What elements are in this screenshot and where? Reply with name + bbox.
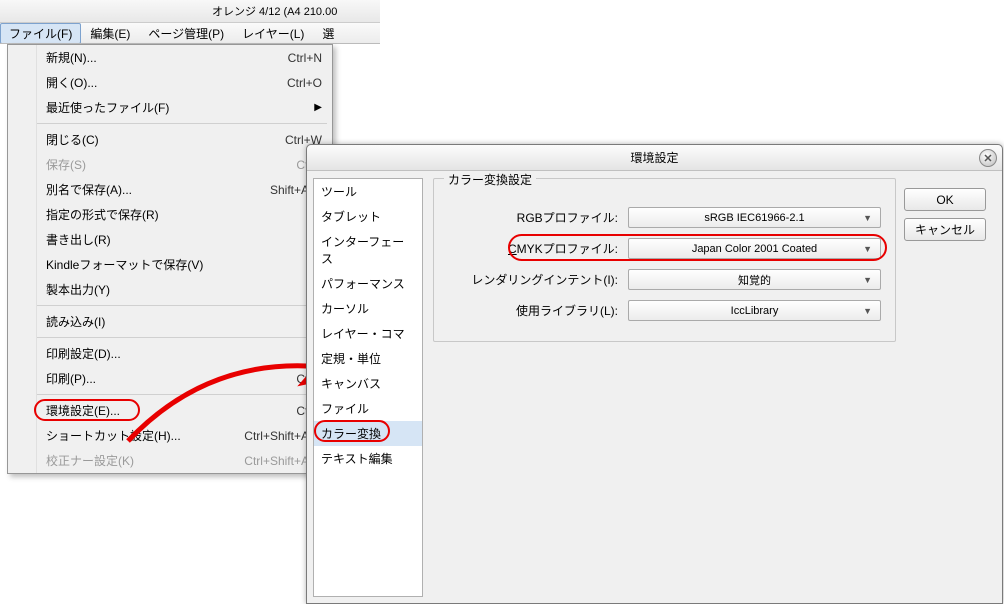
setting-row-1: CMYKプロファイル: Japan Color 2001 Coated ▼ <box>448 238 881 259</box>
category-item-9[interactable]: カラー変換 <box>314 421 422 446</box>
cancel-button[interactable]: キャンセル <box>904 218 986 241</box>
menu-item-1[interactable]: 開く(O)...Ctrl+O <box>36 70 332 95</box>
menubar-item-2[interactable]: ページ管理(P) <box>139 23 233 44</box>
menu-item-9[interactable]: Kindleフォーマットで保存(V) <box>36 252 332 277</box>
menu-item-10[interactable]: 製本出力(Y) <box>36 277 332 302</box>
menu-item-5: 保存(S)Ctrl+ <box>36 152 332 177</box>
menu-item-label: 閉じる(C) <box>46 131 285 148</box>
ok-button[interactable]: OK <box>904 188 986 211</box>
category-item-1[interactable]: タブレット <box>314 204 422 229</box>
settings-panel: カラー変換設定 RGBプロファイル:sRGB IEC61966-2.1▼CMYK… <box>429 178 996 597</box>
ok-label: OK <box>936 193 953 207</box>
menu-item-label: 新規(N)... <box>46 49 288 66</box>
menu-item-2[interactable]: 最近使ったファイル(F)▶ <box>36 95 332 120</box>
menu-item-label: 印刷設定(D)... <box>46 345 322 362</box>
menu-separator <box>36 305 327 306</box>
editor-window: オレンジ 4/12 (A4 210.00 ファイル(F)編集(E)ページ管理(P… <box>0 0 380 44</box>
category-item-5[interactable]: レイヤー・コマ <box>314 321 422 346</box>
setting-row-0: RGBプロファイル: sRGB IEC61966-2.1 ▼ <box>448 207 881 228</box>
menu-item-shortcut: Ctrl+N <box>288 51 322 65</box>
setting-row-3: 使用ライブラリ(L): IccLibrary ▼ <box>448 300 881 321</box>
menu-item-7[interactable]: 指定の形式で保存(R) <box>36 202 332 227</box>
menu-item-19: 校正ナー設定(K)Ctrl+Shift+Alt+ <box>36 448 332 473</box>
setting-label: CMYKプロファイル: <box>448 240 618 257</box>
category-list: ツールタブレットインターフェースパフォーマンスカーソルレイヤー・コマ定規・単位キ… <box>313 178 423 597</box>
menu-item-label: 指定の形式で保存(R) <box>46 206 322 223</box>
submenu-arrow-icon: ▶ <box>314 102 322 113</box>
menubar-item-0[interactable]: ファイル(F) <box>0 23 81 44</box>
menu-separator <box>36 337 327 338</box>
menu-item-label: 印刷(P)... <box>46 370 296 387</box>
chevron-down-icon: ▼ <box>863 213 872 223</box>
combo-value: sRGB IEC61966-2.1 <box>704 212 804 224</box>
setting-label: 使用ライブラリ(L): <box>448 302 618 319</box>
setting-label: レンダリングインテント(I): <box>448 271 618 288</box>
menubar-item-1[interactable]: 編集(E) <box>81 23 139 44</box>
menu-item-label: 環境設定(E)... <box>46 402 296 419</box>
preferences-dialog: 環境設定 ✕ ツールタブレットインターフェースパフォーマンスカーソルレイヤー・コ… <box>306 144 1003 604</box>
menu-item-shortcut: Ctrl+O <box>287 76 322 90</box>
menu-item-4[interactable]: 閉じる(C)Ctrl+W <box>36 127 332 152</box>
chevron-down-icon: ▼ <box>863 244 872 254</box>
window-title-bar: オレンジ 4/12 (A4 210.00 <box>0 0 380 22</box>
menu-item-17[interactable]: 環境設定(E)...Ctrl+ <box>36 398 332 423</box>
setting-combo-3[interactable]: IccLibrary ▼ <box>628 300 881 321</box>
menu-item-label: 書き出し(R) <box>46 231 322 248</box>
category-item-8[interactable]: ファイル <box>314 396 422 421</box>
menubar-item-4[interactable]: 選 <box>313 23 343 44</box>
menu-item-15[interactable]: 印刷(P)...Ctrl+ <box>36 366 332 391</box>
menu-item-label: Kindleフォーマットで保存(V) <box>46 256 322 273</box>
annotation-highlight <box>314 420 390 442</box>
menu-item-0[interactable]: 新規(N)...Ctrl+N <box>36 45 332 70</box>
menu-item-12[interactable]: 読み込み(I) <box>36 309 332 334</box>
menu-item-label: ショートカット設定(H)... <box>46 427 244 444</box>
menu-item-8[interactable]: 書き出し(R) <box>36 227 332 252</box>
combo-value: Japan Color 2001 Coated <box>692 243 817 255</box>
menu-item-14[interactable]: 印刷設定(D)... <box>36 341 332 366</box>
menu-item-6[interactable]: 別名で保存(A)...Shift+Alt+ <box>36 177 332 202</box>
category-item-0[interactable]: ツール <box>314 179 422 204</box>
menu-item-label: 開く(O)... <box>46 74 287 91</box>
combo-value: IccLibrary <box>731 305 779 317</box>
setting-label: RGBプロファイル: <box>448 209 618 226</box>
category-item-10[interactable]: テキスト編集 <box>314 446 422 471</box>
category-item-2[interactable]: インターフェース <box>314 229 422 271</box>
menu-item-label: 読み込み(I) <box>46 313 322 330</box>
category-item-7[interactable]: キャンバス <box>314 371 422 396</box>
menu-item-label: 保存(S) <box>46 156 296 173</box>
fieldset-legend: カラー変換設定 <box>444 171 536 188</box>
setting-combo-0[interactable]: sRGB IEC61966-2.1 ▼ <box>628 207 881 228</box>
menu-item-label: 製本出力(Y) <box>46 281 322 298</box>
dialog-close-button[interactable]: ✕ <box>979 149 997 167</box>
cancel-label: キャンセル <box>915 221 975 238</box>
menubar-item-3[interactable]: レイヤー(L) <box>233 23 313 44</box>
setting-combo-1[interactable]: Japan Color 2001 Coated ▼ <box>628 238 881 259</box>
menu-item-label: 最近使ったファイル(F) <box>46 99 314 116</box>
menu-item-18[interactable]: ショートカット設定(H)...Ctrl+Shift+Alt+ <box>36 423 332 448</box>
category-item-3[interactable]: パフォーマンス <box>314 271 422 296</box>
color-conversion-fieldset: カラー変換設定 RGBプロファイル:sRGB IEC61966-2.1▼CMYK… <box>433 178 896 342</box>
window-title: オレンジ 4/12 (A4 210.00 <box>212 3 337 19</box>
setting-row-2: レンダリングインテント(I): 知覚的 ▼ <box>448 269 881 290</box>
chevron-down-icon: ▼ <box>863 275 872 285</box>
menu-item-label: 別名で保存(A)... <box>46 181 270 198</box>
setting-combo-2[interactable]: 知覚的 ▼ <box>628 269 881 290</box>
category-item-6[interactable]: 定規・単位 <box>314 346 422 371</box>
combo-value: 知覚的 <box>738 272 771 288</box>
dialog-title-bar: 環境設定 ✕ <box>307 145 1002 171</box>
dialog-title: 環境設定 <box>630 149 678 166</box>
file-menu-dropdown: 新規(N)...Ctrl+N開く(O)...Ctrl+O最近使ったファイル(F)… <box>7 44 333 474</box>
menu-item-label: 校正ナー設定(K) <box>46 452 244 469</box>
close-icon: ✕ <box>983 152 992 165</box>
menu-separator <box>36 123 327 124</box>
menubar: ファイル(F)編集(E)ページ管理(P)レイヤー(L)選 <box>0 22 380 44</box>
menu-separator <box>36 394 327 395</box>
category-item-4[interactable]: カーソル <box>314 296 422 321</box>
chevron-down-icon: ▼ <box>863 306 872 316</box>
